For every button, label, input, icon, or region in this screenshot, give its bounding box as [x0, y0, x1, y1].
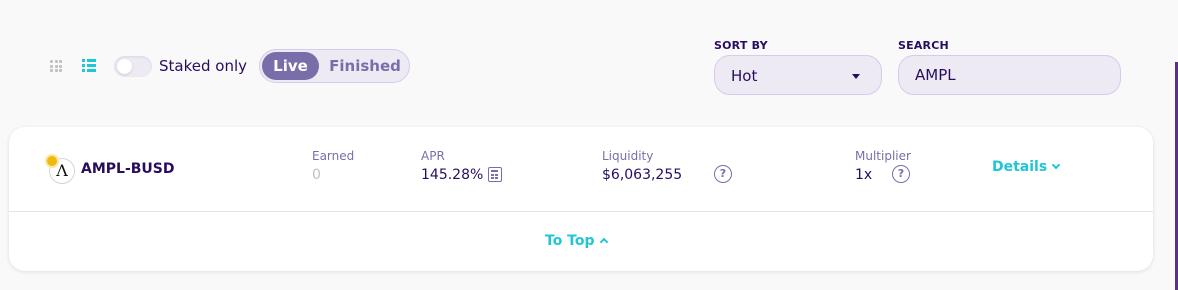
to-top-button[interactable]: To Top	[545, 233, 608, 249]
staked-only-toggle[interactable]	[114, 56, 152, 77]
tab-finished[interactable]: Finished	[326, 52, 404, 80]
busd-token-icon	[45, 154, 59, 168]
sort-selected-value: Hot	[731, 67, 758, 85]
calculator-icon[interactable]	[488, 167, 502, 182]
card-divider	[9, 211, 1153, 212]
earned-value: 0	[312, 167, 321, 183]
details-label: Details	[992, 159, 1048, 175]
list-view-icon[interactable]	[82, 59, 96, 72]
farm-card: Λ AMPL-BUSD Earned 0 APR 145.28% Liquidi…	[9, 127, 1153, 271]
multiplier-value: 1x	[855, 167, 873, 183]
earned-label: Earned	[312, 149, 355, 163]
apr-label: APR	[421, 149, 445, 163]
farm-pair-name: AMPL-BUSD	[81, 161, 175, 177]
to-top-label: To Top	[545, 233, 595, 249]
farms-page: Staked only Live Finished SORT BY Hot SE…	[0, 0, 1178, 290]
grid-view-icon[interactable]	[50, 60, 63, 72]
multiplier-help-icon[interactable]: ?	[892, 165, 910, 183]
liquidity-label: Liquidity	[602, 149, 654, 163]
multiplier-label: Multiplier	[855, 149, 911, 163]
token-pair-logo: Λ	[45, 154, 75, 184]
caret-down-icon	[852, 74, 860, 79]
apr-value: 145.28%	[421, 167, 484, 183]
toggle-knob	[117, 59, 132, 74]
tab-live[interactable]: Live	[262, 52, 319, 80]
liquidity-help-icon[interactable]: ?	[714, 165, 732, 183]
live-finished-switch: Live Finished	[259, 49, 410, 83]
staked-only-label: Staked only	[159, 57, 247, 75]
chevron-up-icon	[599, 237, 608, 247]
details-button[interactable]: Details	[992, 159, 1061, 175]
sort-select[interactable]: Hot	[714, 55, 882, 95]
sort-by-label: SORT BY	[714, 39, 768, 52]
liquidity-value: $6,063,255	[602, 167, 683, 183]
search-label: SEARCH	[898, 39, 949, 52]
chevron-down-icon	[1051, 160, 1061, 170]
search-input[interactable]	[898, 55, 1121, 95]
